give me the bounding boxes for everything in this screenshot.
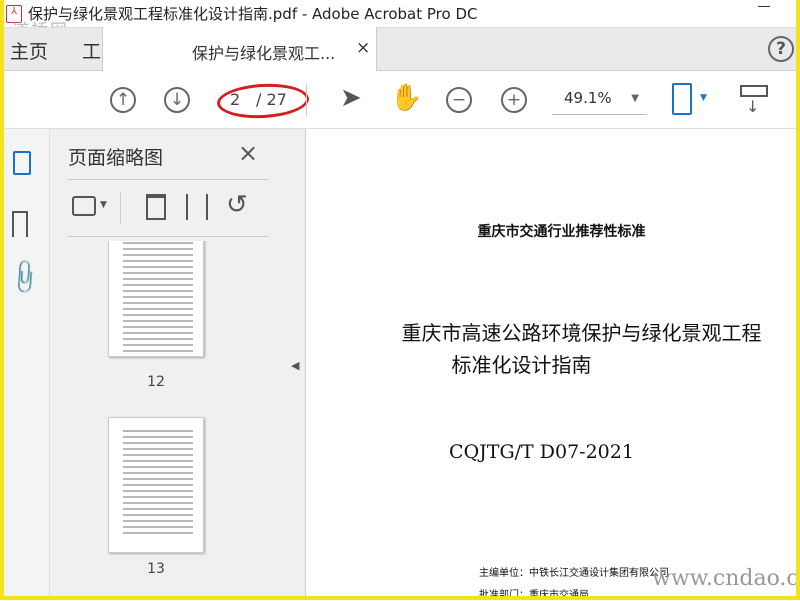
document-page: 重庆市交通行业推荐性标准 重庆市高速公路环境保护与绿化景观工程 标准化设计指南 … (307, 129, 796, 601)
hand-tool-icon[interactable]: ✋ (390, 83, 422, 113)
panel-toolbar: ▼ ↺ (68, 179, 268, 237)
doc-title-line1: 重庆市高速公路环境保护与绿化景观工程 (401, 321, 762, 345)
chevron-down-icon[interactable]: ▼ (100, 200, 107, 210)
arrow-down-icon: ↓ (746, 97, 760, 116)
panel-close-icon[interactable]: × (238, 139, 258, 167)
document-tab-label[interactable]: 保护与绿化景观工... (192, 40, 335, 64)
doc-header: 重庆市交通行业推荐性标准 (477, 224, 646, 240)
minimize-button[interactable] (758, 6, 770, 7)
panel-title: 页面缩略图 (68, 147, 164, 169)
left-rail: 📎 (4, 129, 50, 600)
thumbnail-list: 12 13 ︿ ﹀ (68, 241, 274, 600)
thumbnail-page-12[interactable] (108, 241, 204, 357)
thumbnail-label: 12 (147, 374, 165, 390)
thumbnail-panel: 页面缩略图 × ▼ ↺ 12 13 ︿ ﹀ (50, 129, 284, 600)
divider (306, 83, 307, 117)
rotate-icon[interactable]: ↺ (226, 190, 248, 220)
scrolling-mode-icon[interactable] (740, 85, 768, 97)
window-title: 保护与绿化景观工程标准化设计指南.pdf - Adobe Acrobat Pro… (28, 5, 478, 23)
next-page-icon[interactable]: ↓ (164, 87, 190, 113)
doc-title-line2: 标准化设计指南 (451, 353, 592, 377)
thumbnail-options-icon[interactable] (72, 196, 96, 216)
thumbnail-page-13[interactable] (108, 417, 204, 553)
title-bar: ⅄ 保护与绿化景观工程标准化设计指南.pdf - Adobe Acrobat P… (0, 0, 800, 27)
chevron-down-icon[interactable]: ▼ (700, 93, 707, 103)
zoom-value: 49.1% (564, 89, 612, 107)
doc-editor: 主编单位：中铁长江交通设计集团有限公司 (479, 568, 669, 579)
zoom-select[interactable]: 49.1% ▼ (552, 89, 647, 115)
thumbnail-label: 13 (147, 561, 165, 577)
doc-code: CQJTG/T D07-2021 (449, 441, 634, 463)
tab-close-icon[interactable]: × (356, 38, 370, 58)
doc-approver: 批准部门：重庆市交通局 (479, 590, 589, 601)
tab-home[interactable]: 主页 (10, 37, 48, 64)
tab-bar: 主页 工具 保护与绿化景观工... × ? (4, 27, 796, 72)
previous-page-icon[interactable]: ↑ (110, 87, 136, 113)
delete-icon[interactable] (146, 194, 166, 220)
extract-pages-icon[interactable] (186, 194, 208, 220)
select-tool-icon[interactable]: ➤ (340, 83, 362, 113)
fit-page-icon[interactable] (672, 83, 692, 115)
page-thumbnails-icon[interactable] (13, 151, 31, 175)
attachment-icon[interactable]: 📎 (4, 257, 45, 298)
help-icon[interactable]: ? (768, 36, 794, 62)
site-watermark: www.cndao.com (652, 566, 800, 591)
zoom-out-icon[interactable]: − (446, 87, 472, 113)
zoom-in-icon[interactable]: + (501, 87, 527, 113)
chevron-down-icon: ▼ (631, 93, 639, 104)
bookmark-icon[interactable] (12, 211, 28, 237)
toolbar: ↑ ↓ 2 / 27 ➤ ✋ − + 49.1% ▼ ▼ ↓ (4, 71, 796, 129)
